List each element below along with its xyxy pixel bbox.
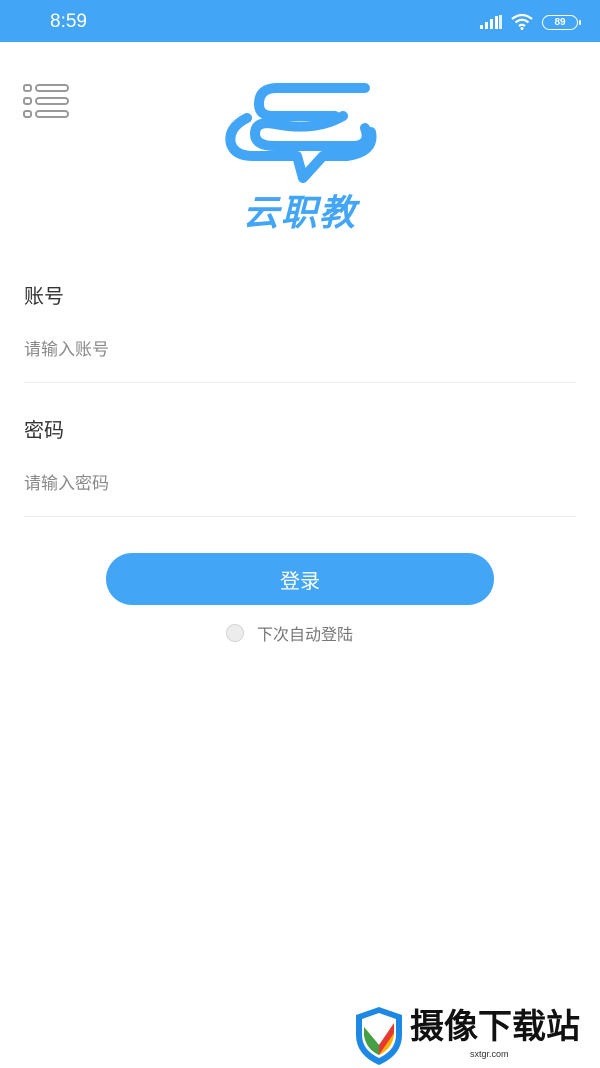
password-label: 密码	[24, 418, 64, 442]
battery-icon: 89	[542, 14, 581, 30]
app-logo: 云职教	[215, 78, 385, 240]
status-time: 8:59	[50, 11, 87, 32]
account-label: 账号	[24, 284, 64, 308]
battery-level: 89	[554, 16, 566, 28]
menu-button[interactable]	[22, 82, 70, 122]
auto-login-toggle[interactable]: 下次自动登陆	[226, 620, 353, 646]
watermark-text: 摄像下载站	[410, 1007, 580, 1047]
watermark-url: sxtgr.com	[470, 1049, 509, 1059]
list-menu-icon	[23, 84, 69, 118]
auto-login-label: 下次自动登陆	[257, 625, 354, 644]
account-divider	[24, 382, 576, 383]
status-icons: 89	[480, 12, 581, 32]
password-input[interactable]	[24, 464, 576, 504]
login-button[interactable]: 登录	[106, 553, 494, 605]
wifi-icon	[511, 14, 533, 30]
password-divider	[24, 516, 576, 517]
watermark: 摄像下载站 sxtgr.com	[352, 1003, 600, 1068]
auto-login-radio[interactable]	[226, 624, 244, 642]
status-bar: 8:59 89	[0, 0, 600, 42]
logo-text: 云职教	[242, 193, 357, 234]
logo-mark-icon	[225, 83, 377, 183]
account-input[interactable]	[24, 330, 576, 370]
signal-icon	[480, 15, 502, 29]
shield-logo-icon	[356, 1007, 402, 1065]
